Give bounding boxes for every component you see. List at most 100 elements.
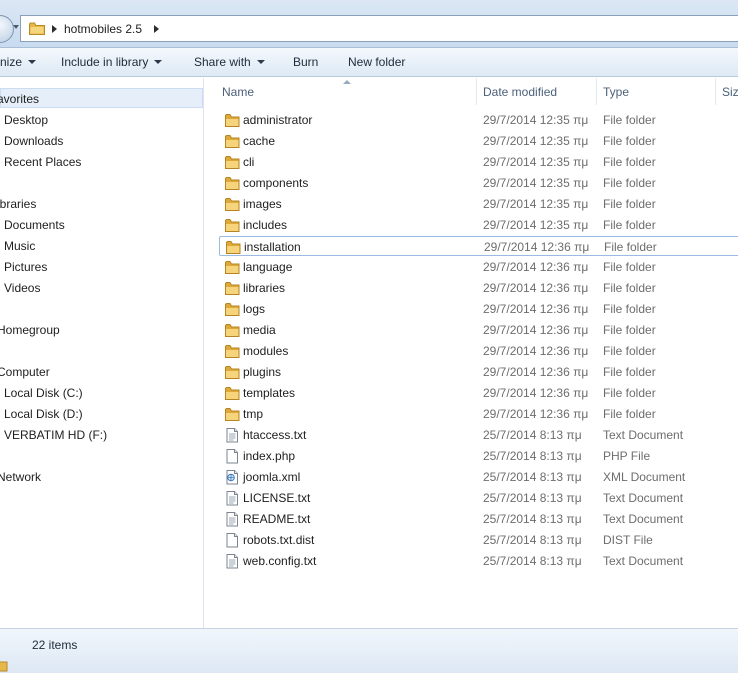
file-row-language[interactable]: language 29/7/2014 12:36 πμ File folder <box>219 257 738 277</box>
nav-item-videos[interactable]: Videos <box>4 281 40 295</box>
file-row-installation[interactable]: installation 29/7/2014 12:36 πμ File folde… <box>219 236 738 256</box>
breadcrumb-arrow-icon[interactable] <box>154 25 159 33</box>
file-date-modified: 29/7/2014 12:36 πμ <box>483 302 589 316</box>
share-with-button[interactable]: Share with <box>194 55 265 69</box>
column-header-date-modified[interactable]: Date modified <box>483 85 557 99</box>
file-row-images[interactable]: images 29/7/2014 12:35 πμ File folder <box>219 194 738 214</box>
file-row-templates[interactable]: templates 29/7/2014 12:36 πμ File folder <box>219 383 738 403</box>
nav-item-local-disk-c[interactable]: Local Disk (C:) <box>4 386 83 400</box>
column-divider[interactable] <box>476 78 477 105</box>
file-date-modified: 29/7/2014 12:36 πμ <box>483 386 589 400</box>
file-row-components[interactable]: components 29/7/2014 12:35 πμ File folder <box>219 173 738 193</box>
file-type: Text Document <box>603 428 684 442</box>
file-date-modified: 29/7/2014 12:36 πμ <box>483 323 589 337</box>
organize-button[interactable]: nize <box>0 55 37 69</box>
file-name: tmp <box>243 407 264 421</box>
file-date-modified: 29/7/2014 12:35 πμ <box>483 134 589 148</box>
file-row-tmp[interactable]: tmp 29/7/2014 12:36 πμ File folder <box>219 404 738 424</box>
file-row-plugins[interactable]: plugins 29/7/2014 12:36 πμ File folder <box>219 362 738 382</box>
column-divider[interactable] <box>596 78 597 105</box>
file-name: images <box>243 197 282 211</box>
file-date-modified: 29/7/2014 12:35 πμ <box>483 218 589 232</box>
address-bar[interactable]: hotmobiles 2.5 <box>20 15 738 42</box>
breadcrumb-current-folder[interactable]: hotmobiles 2.5 <box>64 22 142 36</box>
file-name: templates <box>243 386 296 400</box>
column-header-size[interactable]: Siz <box>722 85 738 99</box>
share-with-label: Share with <box>194 55 251 69</box>
file-date-modified: 29/7/2014 12:36 πμ <box>484 240 590 254</box>
include-in-library-label: Include in library <box>61 55 149 69</box>
nav-favorites[interactable]: avorites <box>0 92 39 106</box>
file-row-logs[interactable]: logs 29/7/2014 12:36 πμ File folder <box>219 299 738 319</box>
nav-item-recent-places[interactable]: Recent Places <box>4 155 81 169</box>
folder-icon <box>225 114 240 127</box>
file-row-license-txt[interactable]: LICENSE.txt 25/7/2014 8:13 πμ Text Documen… <box>219 488 738 508</box>
file-name: libraries <box>243 281 286 295</box>
nav-item-pictures[interactable]: Pictures <box>4 260 47 274</box>
file-name: robots.txt.dist <box>243 533 315 547</box>
sort-ascending-icon <box>343 80 351 84</box>
file-row-web-config-txt[interactable]: web.config.txt 25/7/2014 8:13 πμ Text Docu… <box>219 551 738 571</box>
back-button[interactable] <box>0 15 14 43</box>
breadcrumb-arrow-icon[interactable] <box>52 25 57 33</box>
file-row-cache[interactable]: cache 29/7/2014 12:35 πμ File folder <box>219 131 738 151</box>
file-name: joomla.xml <box>243 470 301 484</box>
file-name: README.txt <box>243 512 311 526</box>
nav-libraries[interactable]: ibraries <box>0 197 36 211</box>
item-count: 22 items <box>32 638 78 652</box>
file-row-joomla-xml[interactable]: joomla.xml 25/7/2014 8:13 πμ XML Document <box>219 467 738 487</box>
file-type: Text Document <box>603 491 684 505</box>
command-toolbar: nize Include in library Share with Burn … <box>0 48 738 77</box>
text-file-icon <box>226 554 238 569</box>
nav-computer[interactable]: Computer <box>0 365 50 379</box>
file-date-modified: 25/7/2014 8:13 πμ <box>483 554 582 568</box>
file-row-index-php[interactable]: index.php 25/7/2014 8:13 πμ PHP File <box>219 446 738 466</box>
nav-item-verbatim-hd-f[interactable]: VERBATIM HD (F:) <box>4 428 107 442</box>
file-type: File folder <box>603 386 656 400</box>
file-row-htaccess-txt[interactable]: htaccess.txt 25/7/2014 8:13 πμ Text Docume… <box>219 425 738 445</box>
column-header-name[interactable]: Name <box>222 85 254 99</box>
file-row-administrator[interactable]: administrator 29/7/2014 12:35 πμ File fold… <box>219 110 738 130</box>
recent-pages-dropdown-icon[interactable] <box>13 25 19 29</box>
file-date-modified: 29/7/2014 12:35 πμ <box>483 155 589 169</box>
burn-button[interactable]: Burn <box>293 55 318 69</box>
nav-item-music[interactable]: Music <box>4 239 35 253</box>
file-list[interactable]: administrator 29/7/2014 12:35 πμ File fold… <box>205 105 738 625</box>
folder-icon <box>225 282 240 295</box>
file-type: File folder <box>603 113 656 127</box>
folder-icon <box>225 261 240 274</box>
nav-homegroup[interactable]: Homegroup <box>0 323 60 337</box>
file-row-modules[interactable]: modules 29/7/2014 12:36 πμ File folder <box>219 341 738 361</box>
file-row-cli[interactable]: cli 29/7/2014 12:35 πμ File folder <box>219 152 738 172</box>
file-row-media[interactable]: media 29/7/2014 12:36 πμ File folder <box>219 320 738 340</box>
file-name: logs <box>243 302 266 316</box>
folder-icon <box>225 135 240 148</box>
nav-item-local-disk-d[interactable]: Local Disk (D:) <box>4 407 83 421</box>
column-divider[interactable] <box>715 78 716 105</box>
nav-item-downloads[interactable]: Downloads <box>4 134 63 148</box>
file-type: File folder <box>603 260 656 274</box>
file-name: web.config.txt <box>243 554 317 568</box>
file-name: cache <box>243 134 276 148</box>
new-folder-button[interactable]: New folder <box>348 55 405 69</box>
file-date-modified: 25/7/2014 8:13 πμ <box>483 533 582 547</box>
column-headers: Name Date modified Type Siz <box>205 78 738 105</box>
address-bar-area: hotmobiles 2.5 <box>0 0 738 48</box>
file-type: File folder <box>603 134 656 148</box>
nav-item-documents[interactable]: Documents <box>4 218 65 232</box>
nav-network[interactable]: Network <box>0 470 41 484</box>
navigation-pane[interactable]: avorites Desktop Downloads Recent Places… <box>0 78 204 628</box>
file-row-includes[interactable]: includes 29/7/2014 12:35 πμ File folder <box>219 215 738 235</box>
file-date-modified: 29/7/2014 12:36 πμ <box>483 344 589 358</box>
file-type: File folder <box>603 218 656 232</box>
column-header-type[interactable]: Type <box>603 85 629 99</box>
file-date-modified: 25/7/2014 8:13 πμ <box>483 449 582 463</box>
file-row-libraries[interactable]: libraries 29/7/2014 12:36 πμ File folder <box>219 278 738 298</box>
file-row-readme-txt[interactable]: README.txt 25/7/2014 8:13 πμ Text Document <box>219 509 738 529</box>
file-row-robots-txt-dist[interactable]: robots.txt.dist 25/7/2014 8:13 πμ DIST Fil… <box>219 530 738 550</box>
file-name: modules <box>243 344 289 358</box>
file-date-modified: 25/7/2014 8:13 πμ <box>483 428 582 442</box>
folder-icon <box>225 387 240 400</box>
include-in-library-button[interactable]: Include in library <box>61 55 163 69</box>
nav-item-desktop[interactable]: Desktop <box>4 113 48 127</box>
